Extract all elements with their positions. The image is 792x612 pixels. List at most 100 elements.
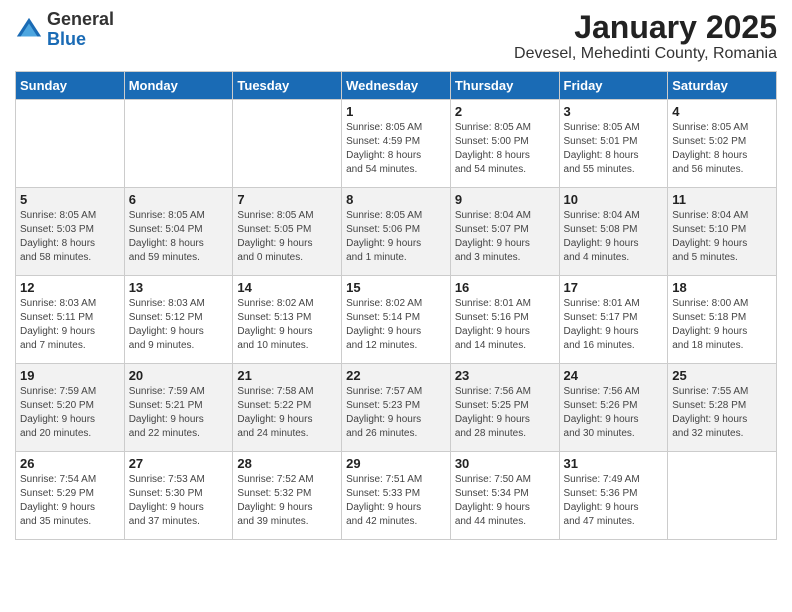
day-info: Sunrise: 8:03 AM Sunset: 5:12 PM Dayligh… [129,297,229,353]
day-number: 21 [237,368,337,383]
calendar-cell: 26Sunrise: 7:54 AM Sunset: 5:29 PM Dayli… [16,452,125,540]
day-info: Sunrise: 8:05 AM Sunset: 5:05 PM Dayligh… [237,209,337,265]
calendar-cell: 20Sunrise: 7:59 AM Sunset: 5:21 PM Dayli… [124,364,233,452]
day-info: Sunrise: 8:02 AM Sunset: 5:13 PM Dayligh… [237,297,337,353]
calendar-cell: 31 Sunrise: 7:49 AM Sunset: 5:36 PM Dayli… [559,452,668,540]
day-number: 19 [20,368,120,383]
calendar-cell: 10Sunrise: 8:04 AM Sunset: 5:08 PM Dayli… [559,188,668,276]
calendar-week-row: 12 Sunrise: 8:03 AM Sunset: 5:11 PM Dayli… [16,276,777,364]
day-number: 18 [672,280,772,295]
day-number: 31 [564,456,664,471]
logo-general: General [47,10,114,30]
day-info: Sunrise: 8:05 AM Sunset: 4:59 PM Dayligh… [346,121,446,177]
calendar-cell: 24 Sunrise: 7:56 AM Sunset: 5:26 PM Dayli… [559,364,668,452]
day-number: 13 [129,280,229,295]
day-info: Sunrise: 8:05 AM Sunset: 5:01 PM Dayligh… [564,121,664,177]
logo: General Blue [15,10,114,50]
day-info: Sunrise: 7:54 AM Sunset: 5:29 PM Dayligh… [20,473,120,529]
calendar-cell: 16 Sunrise: 8:01 AM Sunset: 5:16 PM Dayli… [450,276,559,364]
calendar-cell: 19 Sunrise: 7:59 AM Sunset: 5:20 PM Dayli… [16,364,125,452]
calendar-cell: 15 Sunrise: 8:02 AM Sunset: 5:14 PM Dayli… [342,276,451,364]
calendar-cell: 2 Sunrise: 8:05 AM Sunset: 5:00 PM Daylig… [450,100,559,188]
day-number: 4 [672,104,772,119]
calendar-cell [233,100,342,188]
calendar-cell [124,100,233,188]
calendar-cell: 25Sunrise: 7:55 AM Sunset: 5:28 PM Dayli… [668,364,777,452]
logo-text: General Blue [47,10,114,50]
day-info: Sunrise: 8:04 AM Sunset: 5:07 PM Dayligh… [455,209,555,265]
day-info: Sunrise: 8:01 AM Sunset: 5:16 PM Dayligh… [455,297,555,353]
day-number: 9 [455,192,555,207]
day-info: Sunrise: 8:05 AM Sunset: 5:06 PM Dayligh… [346,209,446,265]
day-info: Sunrise: 8:01 AM Sunset: 5:17 PM Dayligh… [564,297,664,353]
day-number: 17 [564,280,664,295]
calendar-cell: 17 Sunrise: 8:01 AM Sunset: 5:17 PM Dayli… [559,276,668,364]
day-info: Sunrise: 7:56 AM Sunset: 5:26 PM Dayligh… [564,385,664,441]
day-number: 12 [20,280,120,295]
day-number: 8 [346,192,446,207]
day-number: 22 [346,368,446,383]
day-info: Sunrise: 8:04 AM Sunset: 5:10 PM Dayligh… [672,209,772,265]
day-info: Sunrise: 7:56 AM Sunset: 5:25 PM Dayligh… [455,385,555,441]
day-info: Sunrise: 8:02 AM Sunset: 5:14 PM Dayligh… [346,297,446,353]
day-number: 16 [455,280,555,295]
day-number: 15 [346,280,446,295]
calendar-cell: 22 Sunrise: 7:57 AM Sunset: 5:23 PM Dayli… [342,364,451,452]
day-info: Sunrise: 8:05 AM Sunset: 5:00 PM Dayligh… [455,121,555,177]
weekday-header: Monday [124,72,233,100]
day-number: 3 [564,104,664,119]
calendar-cell: 23 Sunrise: 7:56 AM Sunset: 5:25 PM Dayli… [450,364,559,452]
calendar-cell: 7 Sunrise: 8:05 AM Sunset: 5:05 PM Daylig… [233,188,342,276]
weekday-header: Sunday [16,72,125,100]
day-number: 29 [346,456,446,471]
calendar-week-row: 19 Sunrise: 7:59 AM Sunset: 5:20 PM Dayli… [16,364,777,452]
calendar-cell: 18 Sunrise: 8:00 AM Sunset: 5:18 PM Dayli… [668,276,777,364]
calendar-cell: 30Sunrise: 7:50 AM Sunset: 5:34 PM Dayli… [450,452,559,540]
day-info: Sunrise: 7:49 AM Sunset: 5:36 PM Dayligh… [564,473,664,529]
day-number: 24 [564,368,664,383]
day-info: Sunrise: 7:50 AM Sunset: 5:34 PM Dayligh… [455,473,555,529]
calendar-week-row: 5Sunrise: 8:05 AM Sunset: 5:03 PM Daylig… [16,188,777,276]
calendar-cell: 1 Sunrise: 8:05 AM Sunset: 4:59 PM Daylig… [342,100,451,188]
calendar-cell: 14 Sunrise: 8:02 AM Sunset: 5:13 PM Dayli… [233,276,342,364]
day-number: 11 [672,192,772,207]
calendar-cell: 4Sunrise: 8:05 AM Sunset: 5:02 PM Daylig… [668,100,777,188]
weekday-header: Friday [559,72,668,100]
day-number: 25 [672,368,772,383]
calendar-week-row: 1 Sunrise: 8:05 AM Sunset: 4:59 PM Daylig… [16,100,777,188]
day-info: Sunrise: 7:52 AM Sunset: 5:32 PM Dayligh… [237,473,337,529]
weekday-header: Saturday [668,72,777,100]
day-number: 28 [237,456,337,471]
calendar-cell: 27 Sunrise: 7:53 AM Sunset: 5:30 PM Dayli… [124,452,233,540]
day-info: Sunrise: 7:53 AM Sunset: 5:30 PM Dayligh… [129,473,229,529]
calendar-subtitle: Devesel, Mehedinti County, Romania [514,45,777,63]
day-number: 14 [237,280,337,295]
day-number: 1 [346,104,446,119]
day-info: Sunrise: 7:59 AM Sunset: 5:20 PM Dayligh… [20,385,120,441]
day-info: Sunrise: 8:04 AM Sunset: 5:08 PM Dayligh… [564,209,664,265]
calendar-cell: 13 Sunrise: 8:03 AM Sunset: 5:12 PM Dayli… [124,276,233,364]
weekday-header-row: SundayMondayTuesdayWednesdayThursdayFrid… [16,72,777,100]
day-info: Sunrise: 8:03 AM Sunset: 5:11 PM Dayligh… [20,297,120,353]
calendar-cell: 21Sunrise: 7:58 AM Sunset: 5:22 PM Dayli… [233,364,342,452]
day-number: 27 [129,456,229,471]
calendar-cell: 28 Sunrise: 7:52 AM Sunset: 5:32 PM Dayli… [233,452,342,540]
weekday-header: Thursday [450,72,559,100]
logo-icon [15,16,43,44]
calendar-title: January 2025 [514,10,777,45]
calendar-cell [668,452,777,540]
day-info: Sunrise: 7:57 AM Sunset: 5:23 PM Dayligh… [346,385,446,441]
calendar-cell: 29Sunrise: 7:51 AM Sunset: 5:33 PM Dayli… [342,452,451,540]
weekday-header: Wednesday [342,72,451,100]
page-header: General Blue January 2025 Devesel, Mehed… [15,10,777,63]
day-number: 20 [129,368,229,383]
day-number: 2 [455,104,555,119]
calendar-cell: 11 Sunrise: 8:04 AM Sunset: 5:10 PM Dayli… [668,188,777,276]
calendar-table: SundayMondayTuesdayWednesdayThursdayFrid… [15,71,777,540]
title-block: January 2025 Devesel, Mehedinti County, … [514,10,777,63]
day-info: Sunrise: 8:00 AM Sunset: 5:18 PM Dayligh… [672,297,772,353]
calendar-cell: 5Sunrise: 8:05 AM Sunset: 5:03 PM Daylig… [16,188,125,276]
day-number: 23 [455,368,555,383]
day-number: 5 [20,192,120,207]
day-number: 7 [237,192,337,207]
